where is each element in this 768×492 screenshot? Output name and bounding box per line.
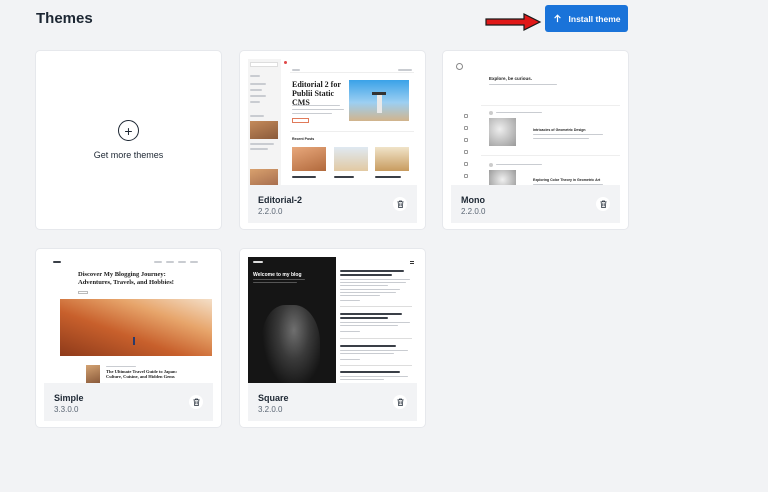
theme-card-simple[interactable]: Discover My Blogging Journey: Adventures… — [36, 249, 221, 427]
preview-headline: Editorial 2 for Publii Static CMS — [292, 80, 341, 107]
theme-version: 3.2.0.0 — [258, 405, 283, 414]
page-title: Themes — [36, 10, 93, 27]
delete-theme-button[interactable] — [393, 395, 407, 409]
theme-name: Simple — [54, 393, 84, 403]
theme-info: Square 3.2.0.0 — [248, 383, 417, 421]
theme-info: Editorial-2 2.2.0.0 — [248, 185, 417, 223]
preview-post-2: Exploring Color Theory in Geometric Art — [533, 178, 601, 182]
theme-info: Mono 2.2.0.0 — [451, 185, 620, 223]
delete-theme-button[interactable] — [393, 197, 407, 211]
preview-section: Recent Posts — [292, 137, 315, 141]
get-more-themes-card[interactable]: + Get more themes — [36, 51, 221, 229]
trash-icon — [396, 200, 404, 208]
theme-card-mono[interactable]: Explore, be curious. Intricacies of Geom… — [443, 51, 628, 229]
theme-name: Mono — [461, 195, 485, 205]
preview-tagline: Explore, be curious. — [489, 76, 533, 81]
theme-card-editorial-2[interactable]: Editorial 2 for Publii Static CMS Recent… — [240, 51, 425, 229]
theme-version: 2.2.0.0 — [461, 207, 486, 216]
preview-headline: Welcome to my blog — [253, 272, 302, 278]
theme-preview-mono: Explore, be curious. Intricacies of Geom… — [451, 59, 620, 191]
plus-circle-icon: + — [118, 120, 139, 141]
install-theme-button[interactable]: Install theme — [545, 5, 628, 32]
theme-version: 2.2.0.0 — [258, 207, 283, 216]
trash-icon — [599, 200, 607, 208]
preview-post-1: Intricacies of Geometric Design — [533, 128, 586, 132]
red-arrow-icon — [485, 13, 542, 31]
upload-arrow-icon — [553, 14, 561, 23]
delete-theme-button[interactable] — [596, 197, 610, 211]
trash-icon — [192, 398, 200, 406]
theme-preview-square: Welcome to my blog — [248, 257, 417, 389]
theme-name: Square — [258, 393, 289, 403]
get-more-themes-label: Get more themes — [93, 150, 164, 160]
theme-card-square[interactable]: Welcome to my blog Square 3.2.0.0 — [240, 249, 425, 427]
delete-theme-button[interactable] — [189, 395, 203, 409]
trash-icon — [396, 398, 404, 406]
theme-preview-simple: Discover My Blogging Journey: Adventures… — [44, 257, 213, 389]
theme-info: Simple 3.3.0.0 — [44, 383, 213, 421]
theme-version: 3.3.0.0 — [54, 405, 79, 414]
theme-name: Editorial-2 — [258, 195, 303, 205]
preview-headline: Discover My Blogging Journey: Adventures… — [78, 271, 174, 286]
theme-preview-editorial-2: Editorial 2 for Publii Static CMS Recent… — [248, 59, 417, 191]
preview-post: The Ultimate Travel Guide to Japan: Cult… — [106, 369, 177, 379]
install-theme-label: Install theme — [568, 13, 621, 24]
